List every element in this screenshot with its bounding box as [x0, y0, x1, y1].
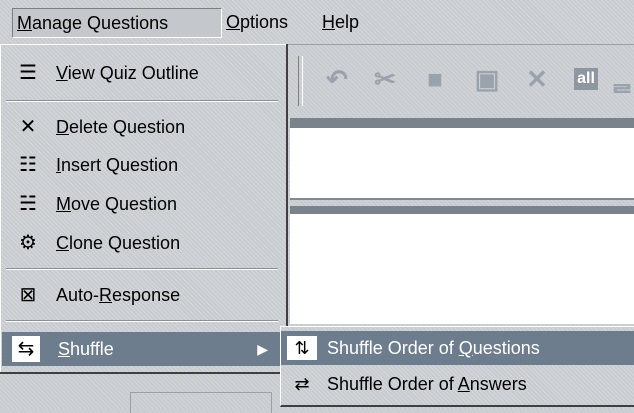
menu-item-label: Insert Question	[56, 155, 179, 175]
menu-item-move-question[interactable]: ☵ Move Question	[0, 187, 284, 221]
menu-label: elp	[335, 12, 360, 32]
panel-header-bar	[290, 118, 634, 128]
menu-item-delete-question[interactable]: ✕ Delete Question	[0, 110, 284, 144]
menu-item-view-quiz-outline[interactable]: ☰ View Quiz Outline	[0, 56, 284, 90]
menu-item-clone-question[interactable]: ⚙ Clone Question	[0, 226, 284, 260]
menu-item-label: Shuffle Order of Answers	[327, 374, 527, 394]
mnemonic: O	[226, 12, 241, 32]
paste-icon[interactable]: ▣	[470, 62, 504, 96]
outline-list-icon: ☰	[19, 62, 37, 84]
select-all-button[interactable]: all	[566, 62, 606, 96]
shuffle-answers-icon: ⇄	[294, 374, 310, 394]
menu-item-label: Auto-Response	[56, 285, 181, 305]
auto-response-icon: ⊠	[19, 284, 37, 306]
menu-help[interactable]: Help	[318, 8, 363, 36]
status-box	[130, 392, 272, 413]
shuffle-submenu: ⇅ Shuffle Order of Questions ⇄ Shuffle O…	[280, 326, 634, 407]
toolbar: ↶ ✂ ■ ▣ ✕ all ᆯ	[290, 50, 634, 112]
shuffle-icon: ⇆	[12, 336, 40, 362]
menu-item-label: Move Question	[56, 194, 178, 214]
copy-icon[interactable]: ■	[418, 62, 452, 96]
select-all-label: all	[574, 68, 598, 90]
cut-icon[interactable]: ✂	[368, 62, 402, 96]
delete-icon[interactable]: ✕	[520, 62, 554, 96]
toolbar-overflow-icon[interactable]: ᆯ	[612, 62, 632, 96]
question-text-panel[interactable]	[290, 128, 634, 200]
menu-item-label: Shuffle	[58, 339, 114, 359]
mnemonic: M	[17, 13, 32, 33]
menu-separator	[6, 320, 278, 322]
menu-separator	[6, 100, 278, 102]
menu-item-label: Delete Question	[56, 117, 186, 137]
menu-item-auto-response[interactable]: ⊠ Auto-Response	[0, 278, 284, 312]
menu-item-shuffle-order-of-answers[interactable]: ⇄ Shuffle Order of Answers	[281, 367, 634, 401]
mnemonic: H	[322, 12, 335, 32]
menu-item-label: View Quiz Outline	[56, 63, 199, 83]
menu-item-shuffle[interactable]: ⇆ Shuffle ▶	[2, 332, 282, 366]
menu-item-insert-question[interactable]: ☷ Insert Question	[0, 148, 284, 182]
panel-header-bar	[290, 206, 634, 214]
manage-questions-dropdown: ☰ View Quiz Outline ✕ Delete Question ☷ …	[0, 44, 288, 374]
undo-icon[interactable]: ↶	[320, 62, 354, 96]
delete-x-icon: ✕	[19, 116, 37, 138]
menu-bar: Manage Questions Options Help	[0, 0, 634, 45]
menu-label: ptions	[240, 12, 289, 32]
submenu-arrow-icon: ▶	[257, 341, 268, 357]
answer-panel[interactable]	[290, 214, 634, 324]
menu-manage-questions[interactable]: Manage Questions	[12, 8, 222, 38]
clone-question-icon: ⚙	[19, 232, 37, 254]
insert-question-icon: ☷	[19, 154, 37, 176]
menu-label: anage Questions	[32, 13, 169, 33]
menu-separator	[6, 268, 278, 270]
toolbar-separator	[298, 56, 303, 106]
menu-options[interactable]: Options	[222, 8, 292, 36]
move-question-icon: ☵	[19, 193, 37, 215]
shuffle-questions-icon: ⇅	[287, 336, 317, 360]
menu-item-label: Shuffle Order of Questions	[327, 338, 540, 358]
menu-item-shuffle-order-of-questions[interactable]: ⇅ Shuffle Order of Questions	[281, 331, 634, 365]
menu-item-label: Clone Question	[56, 233, 181, 253]
